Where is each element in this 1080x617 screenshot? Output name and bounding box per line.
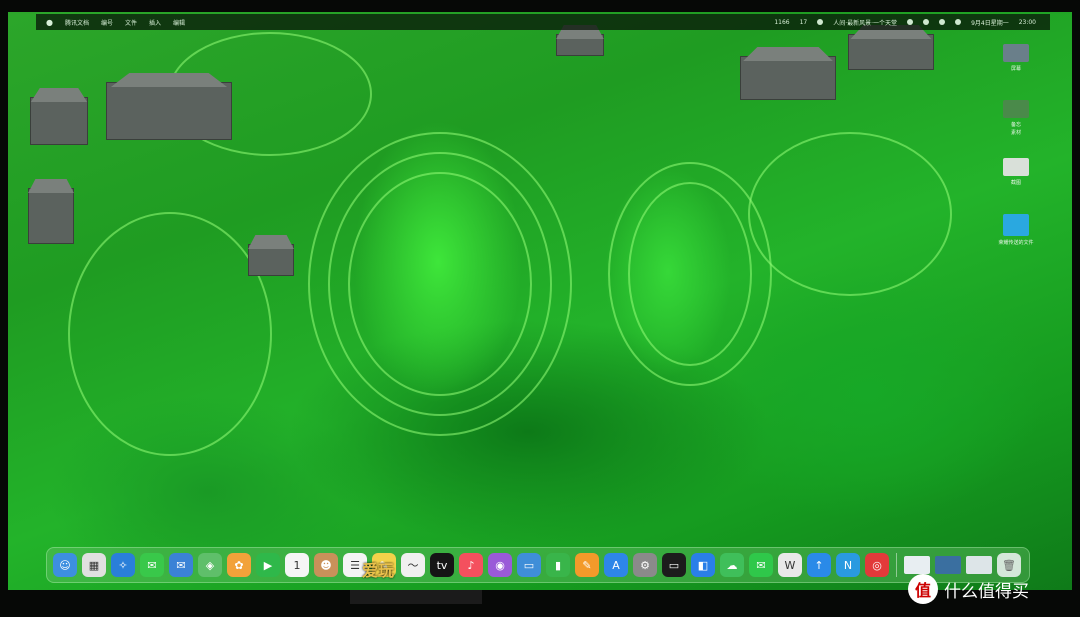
dock-app-system-settings[interactable]: ⚙ — [633, 553, 657, 577]
dock-app-n-app[interactable]: N — [836, 553, 860, 577]
dock-app-maps[interactable]: ◈ — [198, 553, 222, 577]
dock-app-music[interactable]: ♪ — [459, 553, 483, 577]
dock-app-messages[interactable]: ✉ — [140, 553, 164, 577]
menu-date[interactable]: 9月4日星期一 — [971, 18, 1009, 27]
control-center-icon[interactable] — [955, 19, 962, 25]
dock-separator — [896, 553, 897, 577]
image-file-icon — [1003, 100, 1029, 118]
dock-recent-window-2[interactable] — [935, 556, 961, 574]
dock-app-photos[interactable]: ✿ — [227, 553, 251, 577]
dock-app-dingtalk[interactable]: ↑ — [807, 553, 831, 577]
dock-app-tv[interactable]: tv — [430, 553, 454, 577]
menu-item-app[interactable]: 腾讯文档 — [65, 18, 89, 27]
watermark-site-text: 爱玩 — [362, 561, 395, 580]
wifi-icon[interactable] — [923, 19, 930, 25]
dock-app-wps-office[interactable]: W — [778, 553, 802, 577]
dock-app-launchpad[interactable]: ▦ — [82, 553, 106, 577]
dock: ☺ ▦ ✧ ✉ ✉ ◈ ✿ ▶ 1 ☻ ☰ ✎ 〜 tv ♪ ◉ ▭ ▮ ✎ A ⚙ ▭ ◧ ☁ ✉ W ↑ N ◎ 🗑 — [46, 547, 1030, 583]
wechat-icon[interactable] — [907, 19, 914, 25]
apple-icon[interactable]: ● — [46, 18, 53, 27]
menu-item-insert[interactable]: 插入 — [149, 18, 161, 27]
watermark: 值 什么值得买 — [908, 574, 1029, 604]
dock-app-wechat[interactable]: ✉ — [749, 553, 773, 577]
desktop-icon-honor-files[interactable]: 荣耀传送的文件 — [994, 214, 1038, 246]
monitor-stand — [350, 590, 482, 604]
status-item-count[interactable]: 1166 — [774, 19, 789, 26]
dock-app-pages[interactable]: ✎ — [575, 553, 599, 577]
desktop-icon-screenshot[interactable]: 截图 — [994, 158, 1038, 186]
menu-item-edit[interactable]: 编辑 — [173, 18, 185, 27]
mic-icon[interactable] — [817, 19, 824, 25]
search-icon[interactable] — [939, 19, 946, 25]
dock-app-netease-music[interactable]: ◎ — [865, 553, 889, 577]
image-file-icon — [1003, 158, 1029, 176]
folder-icon — [1003, 214, 1029, 236]
watermark-logo: 值 — [908, 574, 938, 604]
dock-app-mail[interactable]: ✉ — [169, 553, 193, 577]
dock-app-numbers[interactable]: ▮ — [546, 553, 570, 577]
dock-app-facetime[interactable]: ▶ — [256, 553, 280, 577]
menu-clock[interactable]: 23:00 — [1019, 19, 1036, 26]
dock-app-wps-cloud[interactable]: ◧ — [691, 553, 715, 577]
dock-app-finder[interactable]: ☺ — [53, 553, 77, 577]
watermark-text: 什么值得买 — [944, 581, 1029, 602]
menu-item-2[interactable]: 编号 — [101, 18, 113, 27]
dock-app-wechat-work[interactable]: ☁ — [720, 553, 744, 577]
dock-app-contacts[interactable]: ☻ — [314, 553, 338, 577]
desktop-wallpaper — [8, 12, 1072, 590]
dock-app-calendar[interactable]: 1 — [285, 553, 309, 577]
dock-app-podcasts[interactable]: ◉ — [488, 553, 512, 577]
status-item-number[interactable]: 17 — [800, 19, 808, 26]
menu-bar: ● 腾讯文档 编号 文件 插入 编辑 1166 17 人间·最新风景·一个天堂 … — [36, 14, 1050, 30]
dock-app-keynote[interactable]: ▭ — [517, 553, 541, 577]
dock-app-freeform[interactable]: 〜 — [401, 553, 425, 577]
desktop-icon-memo[interactable]: 备忘 — [994, 100, 1038, 128]
dock-recent-window-3[interactable] — [966, 556, 992, 574]
menu-item-file[interactable]: 文件 — [125, 18, 137, 27]
dock-recent-window-1[interactable] — [904, 556, 930, 574]
dock-app-terminal[interactable]: ▭ — [662, 553, 686, 577]
desktop-icon-screen[interactable]: 屏幕 — [994, 44, 1038, 72]
desktop-icon-material[interactable]: 素材 — [994, 126, 1038, 136]
now-playing-text[interactable]: 人间·最新风景·一个天堂 — [833, 18, 897, 27]
image-file-icon — [1003, 44, 1029, 62]
dock-app-app-store[interactable]: A — [604, 553, 628, 577]
dock-app-safari[interactable]: ✧ — [111, 553, 135, 577]
